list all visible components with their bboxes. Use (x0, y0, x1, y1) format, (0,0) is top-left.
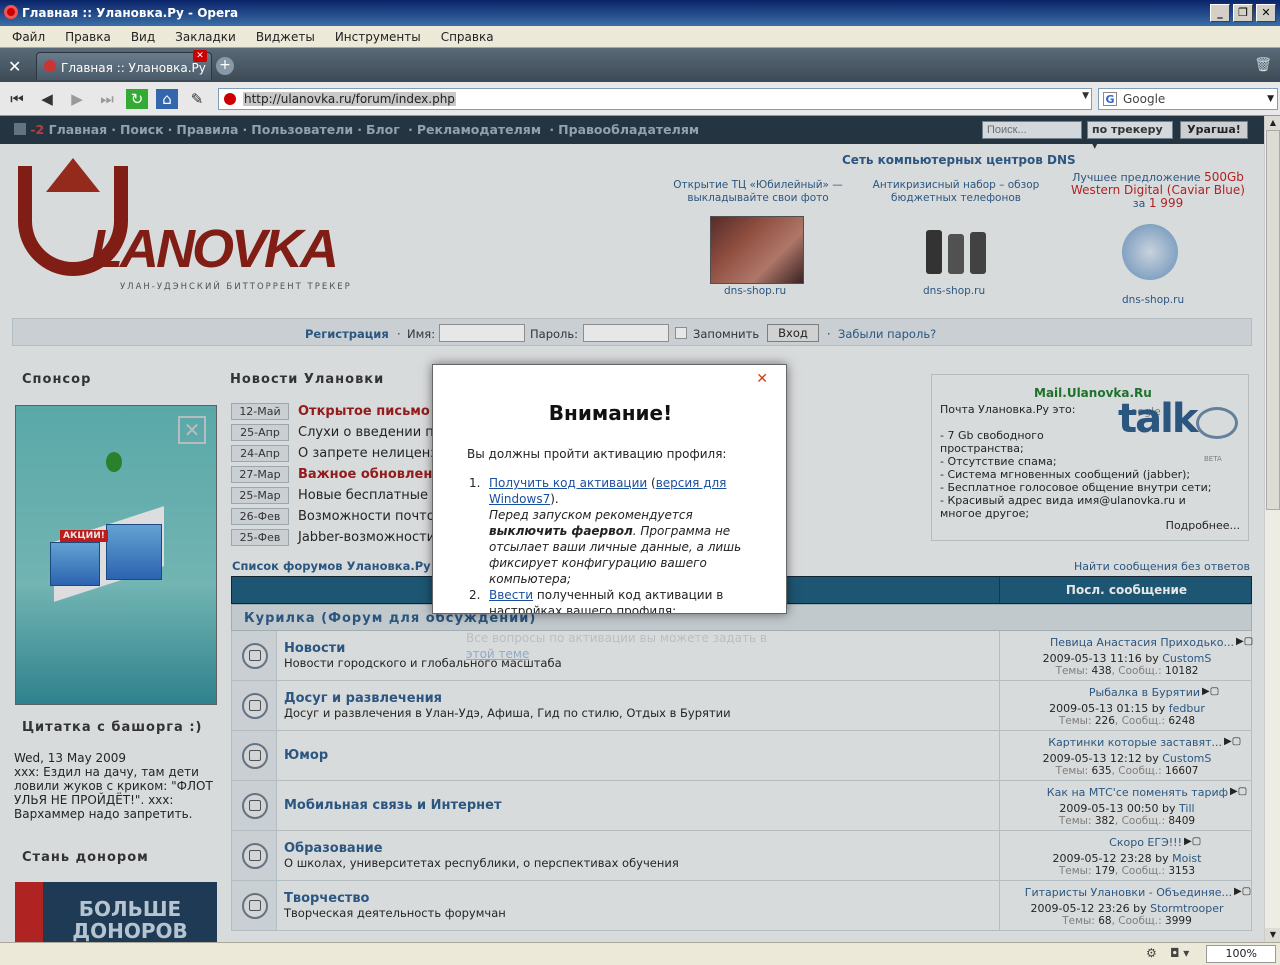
menu-widgets[interactable]: Виджеты (244, 26, 323, 44)
maximize-button[interactable]: ❐ (1233, 4, 1253, 22)
address-dropdown-icon[interactable]: ▼ (1082, 91, 1089, 101)
trash-icon[interactable]: 🗑 (1254, 57, 1272, 73)
modal-step-2: 2. Ввести полученный код активации в нас… (469, 587, 759, 613)
zoom-level: 100% (1225, 947, 1257, 960)
scroll-down-icon[interactable]: ▼ (1265, 928, 1280, 942)
back-icon[interactable]: ◀ (36, 89, 58, 109)
title-bar: Главная :: Улановка.Ру - Opera _ ❐ ✕ (0, 0, 1280, 26)
enter-code-link[interactable]: Ввести (489, 588, 533, 602)
fast-forward-icon[interactable]: ⏭ (96, 89, 118, 109)
menu-view[interactable]: Вид (119, 26, 163, 44)
page-viewport: -2 Главная · Поиск · Правила · Пользователи · Бл… (0, 116, 1264, 942)
page-scrollbar[interactable]: ▲ ▼ (1264, 116, 1280, 942)
tab-main[interactable]: Главная :: Улановка.Ру ✕ (36, 50, 212, 80)
search-field[interactable]: G Google ▼ (1098, 88, 1278, 110)
zoom-control[interactable]: 100% (1206, 945, 1276, 963)
modal-title: Внимание! (548, 401, 673, 425)
step1-note-a: Перед запуском рекомендуется (489, 508, 693, 522)
window-title: Главная :: Улановка.Ру - Opera (22, 6, 239, 20)
menu-help[interactable]: Справка (429, 26, 502, 44)
address-url: http://ulanovka.ru/forum/index.php (243, 92, 456, 106)
scroll-thumb[interactable] (1266, 130, 1280, 510)
tab-bar: Главная :: Улановка.Ру ✕ + (0, 48, 1280, 82)
camera-icon[interactable]: ◘ ▾ (1170, 946, 1189, 960)
edit-icon[interactable]: ✎ (186, 89, 208, 109)
step1-note-bold: выключить фаервол (489, 524, 633, 538)
google-icon: G (1103, 92, 1117, 106)
menu-bar: Файл Правка Вид Закладки Виджеты Инструменты С… (0, 26, 1280, 48)
favicon-icon (44, 60, 56, 72)
reload-icon[interactable]: ↻ (126, 89, 148, 109)
modal-lead: Вы должны пройти активацию профиля: (467, 447, 727, 461)
close-button[interactable]: ✕ (1256, 4, 1276, 22)
menu-tools[interactable]: Инструменты (323, 26, 429, 44)
search-dropdown-icon[interactable]: ▼ (1267, 94, 1274, 104)
panel-toggle-icon[interactable]: ✕ (8, 57, 21, 76)
get-activation-code-link[interactable]: Получить код активации (489, 476, 647, 490)
modal-step-1: 1. Получить код активации (версия для Wi… (469, 476, 742, 586)
speed-icon[interactable]: ⚙ (1146, 946, 1157, 960)
menu-edit[interactable]: Правка (53, 26, 119, 44)
opera-icon (4, 5, 18, 19)
scroll-up-icon[interactable]: ▲ (1265, 116, 1280, 130)
navigation-bar: ⏮ ◀ ▶ ⏭ ↻ ⌂ ✎ http://ulanovka.ru/forum/i… (0, 82, 1280, 116)
tab-close-icon[interactable]: ✕ (193, 50, 207, 62)
forward-icon[interactable]: ▶ (66, 89, 88, 109)
minimize-button[interactable]: _ (1210, 4, 1230, 22)
new-tab-icon[interactable]: + (216, 57, 234, 75)
modal-overflow-text: Все вопросы по активации вы можете задат… (466, 630, 767, 662)
home-icon[interactable]: ⌂ (156, 89, 178, 109)
activation-modal: ✕ Внимание! Вы должны пройти активацию п… (432, 364, 787, 614)
faded-text: Все вопросы по активации вы можете задат… (466, 631, 768, 645)
search-placeholder: Google (1123, 92, 1166, 106)
site-icon (224, 93, 236, 105)
modal-close-icon[interactable]: ✕ (756, 371, 768, 387)
menu-bookmarks[interactable]: Закладки (163, 26, 244, 44)
address-field[interactable]: http://ulanovka.ru/forum/index.php ▼ (218, 88, 1092, 110)
rewind-icon[interactable]: ⏮ (6, 89, 28, 109)
menu-file[interactable]: Файл (0, 26, 53, 44)
tab-label: Главная :: Улановка.Ру (61, 61, 206, 75)
faded-topic-link[interactable]: этой теме (466, 647, 529, 661)
status-bar: ⚙ ◘ ▾ 100% (0, 942, 1280, 965)
